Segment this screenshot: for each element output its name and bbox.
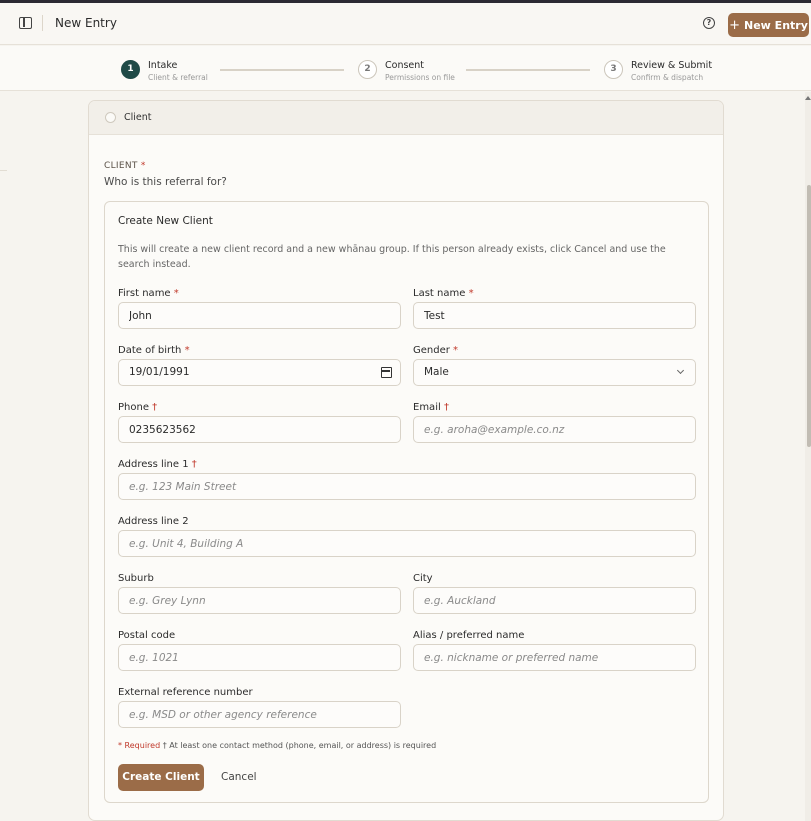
gender-label-text: Gender [413, 345, 450, 356]
step-1-label[interactable]: Intake [148, 60, 177, 71]
phone-label: Phone † [118, 402, 157, 413]
step-connector-2 [466, 69, 590, 71]
postal-code-input[interactable] [118, 644, 401, 671]
client-radio[interactable] [105, 112, 116, 123]
city-input[interactable] [413, 587, 696, 614]
dob-label-text: Date of birth [118, 345, 182, 356]
form-footnote: * Required † At least one contact method… [118, 741, 436, 750]
step-2-label[interactable]: Consent [385, 60, 424, 71]
first-name-input[interactable] [118, 302, 401, 329]
last-name-label: Last name * [413, 288, 474, 299]
plus-icon: + [729, 17, 741, 33]
required-footnote: * Required [118, 741, 161, 750]
address1-input[interactable] [118, 473, 696, 500]
client-section-text: CLIENT [104, 161, 138, 171]
scrollbar-thumb[interactable] [807, 185, 811, 447]
step-3-label[interactable]: Review & Submit [631, 60, 712, 71]
required-mark: * [140, 161, 146, 171]
required-mark: * [453, 345, 459, 356]
phone-input[interactable] [118, 416, 401, 443]
header-divider [42, 15, 43, 31]
new-entry-label: New Entry [744, 18, 808, 32]
suburb-input[interactable] [118, 587, 401, 614]
gender-label: Gender * [413, 345, 458, 356]
address1-label-text: Address line 1 [118, 459, 189, 470]
cancel-button[interactable]: Cancel [221, 764, 257, 791]
first-name-label: First name * [118, 288, 179, 299]
suburb-label: Suburb [118, 573, 154, 584]
address1-label: Address line 1 † [118, 459, 197, 470]
step-1-number[interactable]: 1 [121, 60, 140, 79]
progress-stepper: 1 Intake Client & referral 2 Consent Per… [0, 46, 811, 91]
client-card-header[interactable]: Client [89, 101, 723, 135]
create-client-panel: Create New Client This will create a new… [104, 201, 709, 803]
required-mark: * [468, 288, 474, 299]
client-section-label: CLIENT * [104, 161, 146, 171]
phone-label-text: Phone [118, 402, 149, 413]
step-2-sub: Permissions on file [385, 73, 455, 82]
step-2-number[interactable]: 2 [358, 60, 377, 79]
dob-value: 19/01/1991 [129, 366, 190, 378]
last-name-label-text: Last name [413, 288, 466, 299]
contact-footnote: † At least one contact method (phone, em… [162, 741, 437, 750]
postal-code-label: Postal code [118, 630, 176, 641]
email-label-text: Email [413, 402, 441, 413]
last-name-input[interactable] [413, 302, 696, 329]
gender-select[interactable]: Male [413, 359, 696, 386]
contact-mark: † [443, 402, 449, 413]
alias-input[interactable] [413, 644, 696, 671]
client-question: Who is this referral for? [104, 176, 227, 188]
dob-label: Date of birth * [118, 345, 190, 356]
panel-title: Create New Client [118, 215, 213, 227]
alias-label: Alias / preferred name [413, 630, 525, 641]
new-entry-button[interactable]: + New Entry [728, 13, 809, 37]
help-icon[interactable]: ? [703, 17, 715, 29]
client-card-title: Client [124, 112, 152, 123]
gutter-line [0, 170, 7, 171]
email-input[interactable] [413, 416, 696, 443]
calendar-icon[interactable] [381, 367, 392, 378]
external-ref-input[interactable] [118, 701, 401, 728]
step-connector-1 [220, 69, 344, 71]
contact-mark: † [152, 402, 158, 413]
external-ref-label: External reference number [118, 687, 253, 698]
panel-description: This will create a new client record and… [118, 244, 666, 270]
address2-input[interactable] [118, 530, 696, 557]
app-header: New Entry ? + New Entry [0, 3, 811, 45]
city-label: City [413, 573, 433, 584]
email-label: Email † [413, 402, 449, 413]
first-name-label-text: First name [118, 288, 171, 299]
scroll-up-arrow-icon[interactable] [805, 96, 811, 100]
required-mark: * [173, 288, 179, 299]
page-title: New Entry [55, 16, 117, 30]
chevron-down-icon [676, 366, 685, 375]
gender-value: Male [424, 366, 449, 378]
step-3-number[interactable]: 3 [604, 60, 623, 79]
step-3-sub: Confirm & dispatch [631, 73, 704, 82]
required-mark: * [184, 345, 190, 356]
step-1-sub: Client & referral [148, 73, 208, 82]
create-client-button[interactable]: Create Client [118, 764, 204, 791]
contact-mark: † [191, 459, 197, 470]
sidebar-toggle-icon[interactable] [19, 17, 32, 29]
address2-label: Address line 2 [118, 516, 189, 527]
client-card: Client CLIENT * Who is this referral for… [88, 100, 724, 821]
dob-input[interactable]: 19/01/1991 [118, 359, 401, 386]
